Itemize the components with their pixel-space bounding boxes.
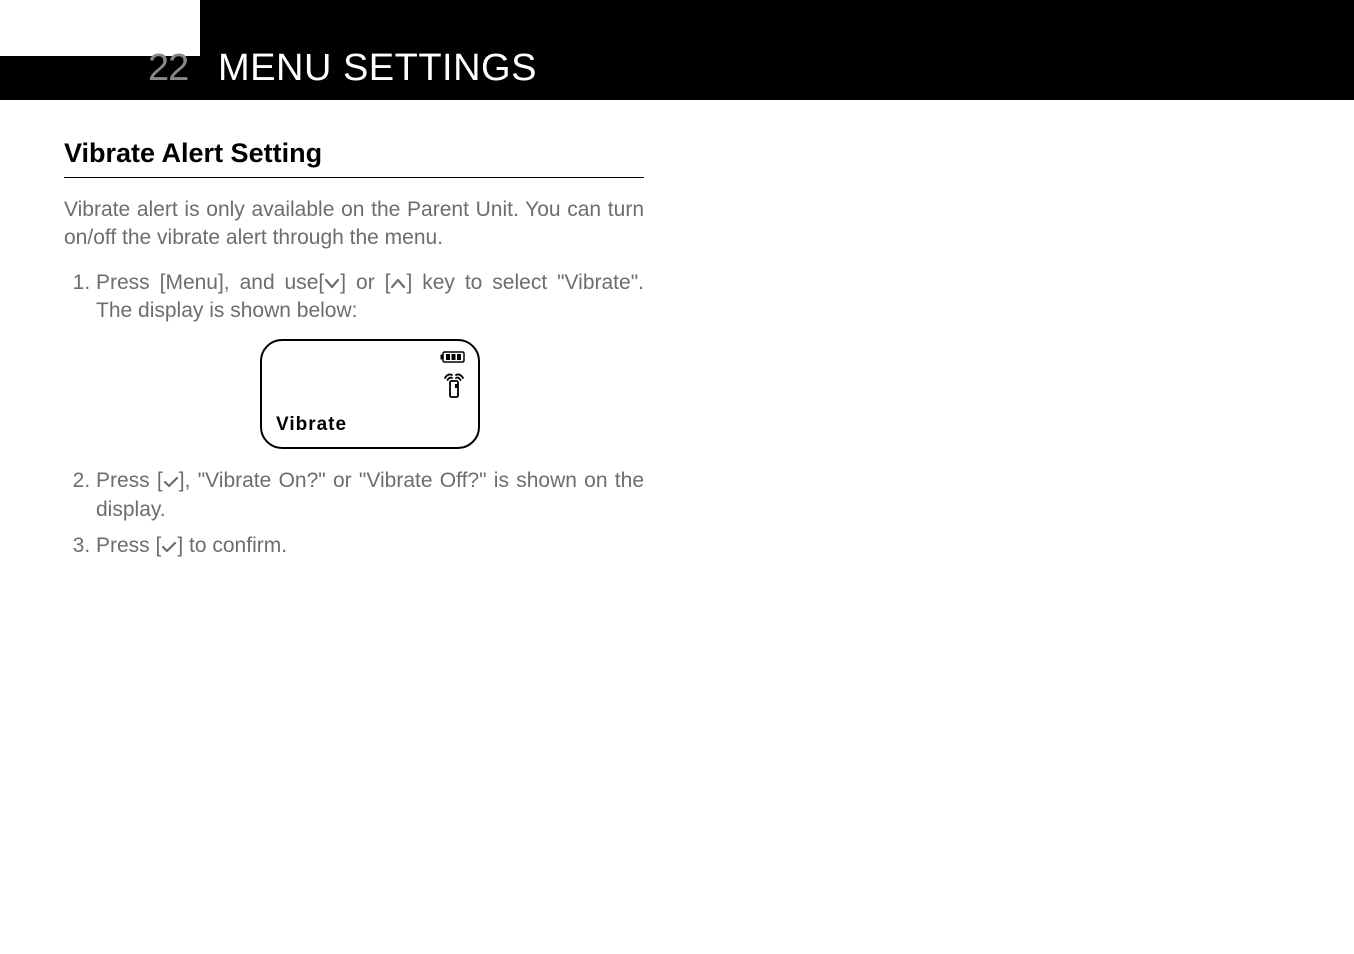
device-screen: Vibrate xyxy=(260,339,480,449)
header-bar: 22 MENU SETTINGS xyxy=(0,0,1354,100)
step-3: Press [ ] to confirm. xyxy=(96,532,644,560)
check-icon xyxy=(163,475,179,489)
steps-list: Press [Menu], and use[] or [] key to sel… xyxy=(64,269,644,561)
chapter-title: MENU SETTINGS xyxy=(218,47,537,90)
step-1-text-b: ] or [ xyxy=(340,271,390,294)
step-3-text-b: ] to confirm. xyxy=(177,534,287,557)
step-2-text-b: ], "Vibrate On?" or "Vibrate Off?" is sh… xyxy=(96,469,644,520)
step-1-text-a: Press [Menu], and use[ xyxy=(96,271,324,294)
content-column: Vibrate Alert Setting Vibrate alert is o… xyxy=(64,138,644,560)
chevron-up-icon xyxy=(390,276,406,290)
step-3-text-a: Press [ xyxy=(96,534,161,557)
section-title: Vibrate Alert Setting xyxy=(64,138,644,178)
check-icon xyxy=(161,540,177,554)
step-2-text-a: Press [ xyxy=(96,469,163,492)
battery-icon xyxy=(440,351,466,363)
unit-signal-icon xyxy=(442,371,466,399)
display-illustration: Vibrate xyxy=(96,339,644,449)
step-1: Press [Menu], and use[] or [] key to sel… xyxy=(96,269,644,450)
screen-label: Vibrate xyxy=(276,412,347,438)
section-intro: Vibrate alert is only available on the P… xyxy=(64,196,644,253)
step-2: Press [], "Vibrate On?" or "Vibrate Off?… xyxy=(96,467,644,524)
page-number: 22 xyxy=(148,47,188,90)
chevron-down-icon xyxy=(324,276,340,290)
